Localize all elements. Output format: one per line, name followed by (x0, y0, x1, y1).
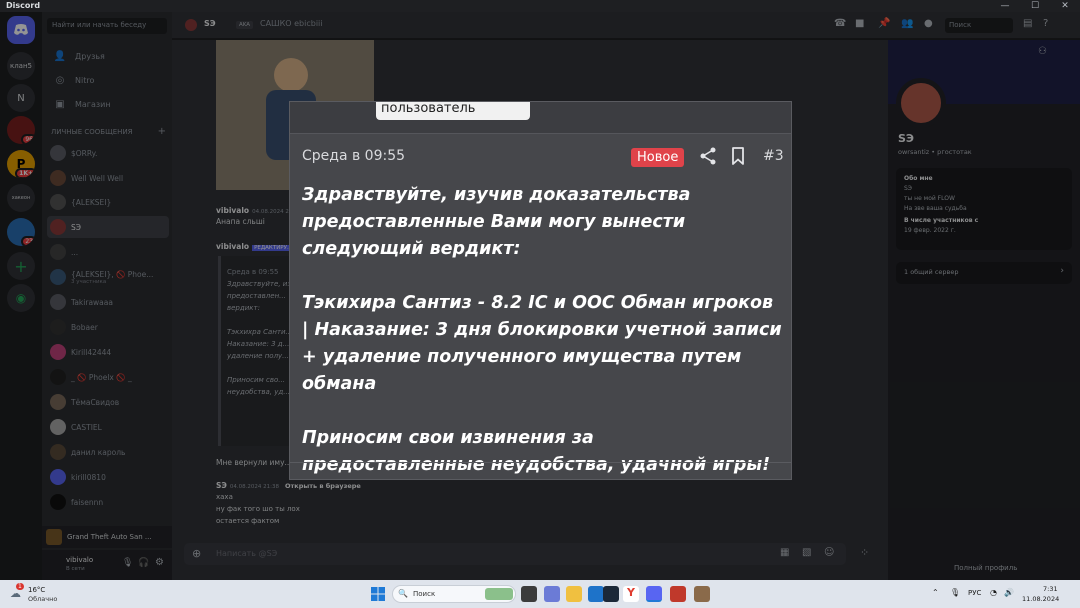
preview-date: Среда в 09:55 (302, 148, 406, 164)
new-badge: Новое (631, 148, 685, 167)
file-explorer-icon[interactable] (566, 586, 582, 602)
taskbar-search[interactable]: 🔍 Поиск (392, 585, 516, 603)
chat-app-icon[interactable] (544, 586, 560, 602)
weather-badge: 1 (16, 583, 24, 590)
clock-date[interactable]: 11.08.2024 (1022, 595, 1059, 603)
weather-temp: 16°C (28, 586, 46, 594)
verdict-paragraph: Здравствуйте, изучив доказательства пред… (302, 185, 691, 259)
yandex-browser-icon[interactable]: Y (623, 586, 639, 602)
app-icon[interactable] (670, 586, 686, 602)
verdict-paragraph: Тэкихира Сантиз - 8.2 IC и OOC Обман игр… (302, 293, 782, 394)
windows-taskbar: ☁ 1 16°C Облачно 🔍 Поиск Y ⌃ 🎙 РУС ◔ 🔊 7… (0, 580, 1080, 608)
discord-taskbar-icon[interactable] (646, 586, 662, 602)
close-button[interactable]: ✕ (1050, 0, 1080, 12)
clock-time[interactable]: 7:31 (1043, 585, 1058, 593)
bookmark-icon[interactable] (731, 147, 745, 165)
maximize-button[interactable]: ☐ (1020, 0, 1050, 12)
window-titlebar: Discord — ☐ ✕ (0, 0, 1080, 12)
post-number: #3 (763, 148, 784, 164)
image-preview: пользователь Среда в 09:55 Новое #3 Здра… (289, 101, 792, 480)
search-icon: 🔍 (398, 589, 408, 598)
app-icon[interactable] (694, 586, 710, 602)
task-view-icon[interactable] (521, 586, 537, 602)
volume-icon[interactable]: 🔊 (1004, 588, 1014, 597)
weather-desc: Облачно (28, 595, 58, 603)
divider (290, 462, 791, 463)
chevron-up-icon[interactable]: ⌃ (932, 588, 939, 597)
wifi-icon[interactable]: ◔ (990, 588, 997, 597)
language-indicator[interactable]: РУС (968, 589, 981, 597)
store-icon[interactable] (588, 586, 604, 602)
window-title: Discord (6, 1, 41, 10)
microphone-icon[interactable]: 🎙 (950, 588, 960, 597)
verdict-paragraph: Приносим свои извинения за предоставленн… (302, 428, 771, 475)
preview-header: пользователь (290, 102, 791, 134)
steam-icon[interactable] (603, 586, 619, 602)
weather-widget[interactable]: ☁ 1 (10, 583, 26, 601)
preview-username: пользователь (376, 102, 530, 120)
share-icon[interactable] (699, 146, 717, 166)
windows-start-icon[interactable] (371, 587, 385, 601)
search-highlight-image (485, 588, 513, 600)
verdict-text: Здравствуйте, изучив доказательства пред… (302, 182, 782, 506)
minimize-button[interactable]: — (990, 0, 1020, 12)
